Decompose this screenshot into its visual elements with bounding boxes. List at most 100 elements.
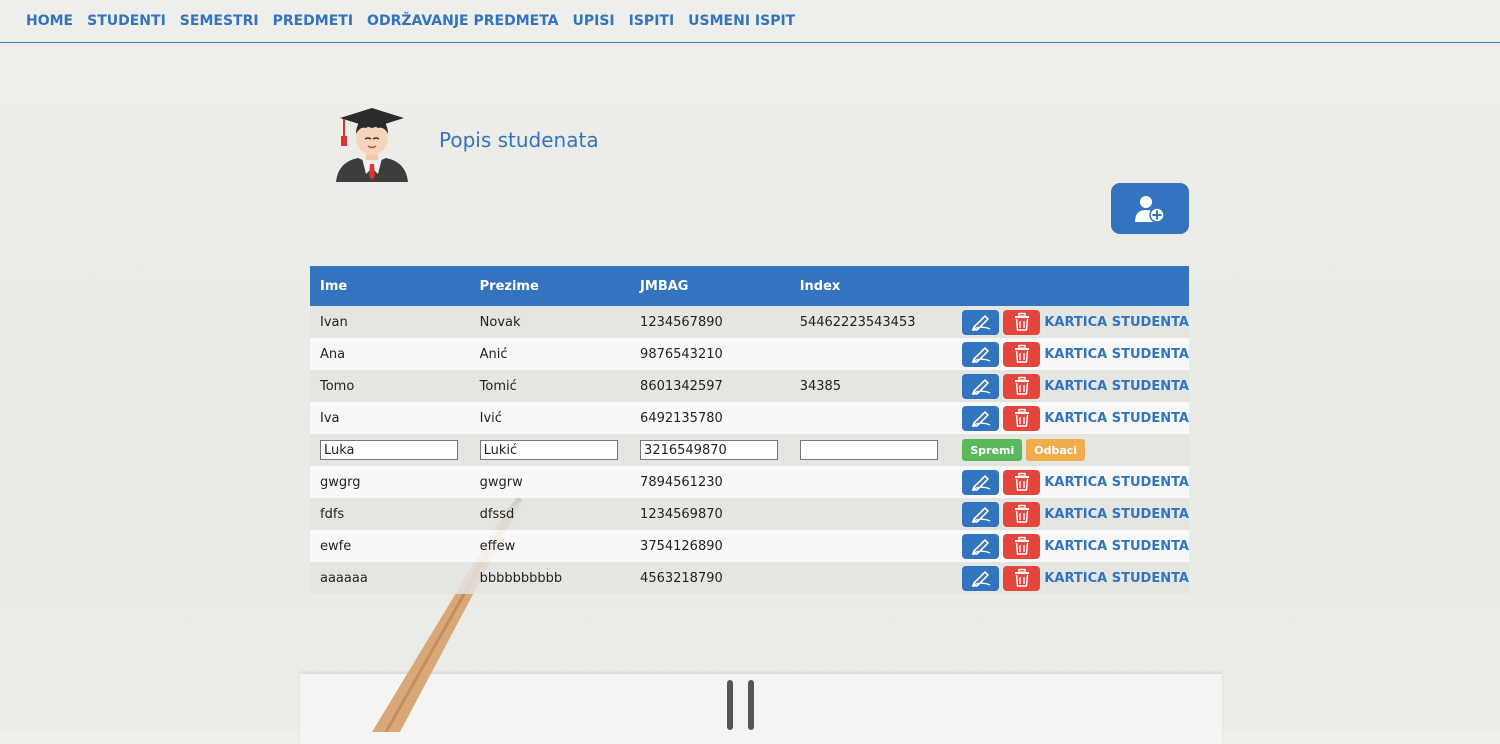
kartica-studenta-link[interactable]: KARTICA STUDENTA <box>1044 379 1189 394</box>
cell-actions: KARTICA STUDENTA <box>949 402 1189 434</box>
pencil-icon <box>971 570 991 587</box>
cell-actions: KARTICA STUDENTA <box>949 466 1189 498</box>
trash-icon <box>1014 312 1029 331</box>
notebook-ring <box>727 680 733 730</box>
table-row: aaaaaa bbbbbbbbbb 4563218790 KARTICA STU… <box>310 562 1189 594</box>
row-actions: KARTICA STUDENTA <box>959 373 1189 399</box>
nav-studenti[interactable]: STUDENTI <box>87 13 166 29</box>
page-title: Popis studenata <box>439 128 599 152</box>
main-nav: HOME STUDENTI SEMESTRI PREDMETI ODRŽAVAN… <box>0 0 1500 43</box>
kartica-studenta-link[interactable]: KARTICA STUDENTA <box>1044 315 1189 330</box>
pencil-icon <box>971 410 991 427</box>
delete-button[interactable] <box>1003 341 1041 367</box>
nav-home[interactable]: HOME <box>26 13 73 29</box>
trash-icon <box>1014 504 1029 523</box>
cell-actions: KARTICA STUDENTA <box>949 338 1189 370</box>
row-actions: KARTICA STUDENTA <box>959 309 1189 335</box>
edit-button[interactable] <box>962 373 1000 399</box>
edit-button[interactable] <box>962 565 1000 591</box>
cell-index <box>789 338 950 370</box>
cell-jmbag: 7894561230 <box>630 466 790 498</box>
edit-button[interactable] <box>962 533 1000 559</box>
table-row: Ivan Novak 1234567890 54462223543453 KAR… <box>310 306 1189 338</box>
delete-button[interactable] <box>1003 373 1041 399</box>
nav-predmeti[interactable]: PREDMETI <box>273 13 353 29</box>
cell-ime: aaaaaa <box>310 562 470 594</box>
cell-index: 34385 <box>789 370 950 402</box>
cell-jmbag <box>630 434 790 466</box>
cell-prezime: Ivić <box>469 402 631 434</box>
delete-button[interactable] <box>1003 469 1041 495</box>
edit-button[interactable] <box>962 469 1000 495</box>
cell-actions: Spremi Odbaci <box>949 434 1189 466</box>
delete-button[interactable] <box>1003 533 1041 559</box>
nav-semestri[interactable]: SEMESTRI <box>180 13 259 29</box>
cell-ime: Ana <box>310 338 470 370</box>
edit-button[interactable] <box>962 341 1000 367</box>
kartica-studenta-link[interactable]: KARTICA STUDENTA <box>1044 539 1189 554</box>
nav-ispiti[interactable]: ISPITI <box>629 13 675 29</box>
edit-button[interactable] <box>962 501 1000 527</box>
cell-jmbag: 3754126890 <box>630 530 790 562</box>
index-input[interactable] <box>799 440 938 460</box>
delete-button[interactable] <box>1003 501 1041 527</box>
students-table: Ime Prezime JMBAG Index Ivan Novak 12345… <box>310 266 1189 594</box>
cell-index <box>789 402 950 434</box>
ime-input[interactable] <box>320 440 458 460</box>
cell-index <box>789 562 950 594</box>
cell-index <box>789 434 950 466</box>
kartica-studenta-link[interactable]: KARTICA STUDENTA <box>1044 475 1189 490</box>
table-row: Iva Ivić 6492135780 KARTICA STUDENTA <box>310 402 1189 434</box>
pencil-icon <box>971 474 991 491</box>
column-header-ime: Ime <box>310 266 470 306</box>
pencil-icon <box>971 314 991 331</box>
nav-odrzavanje-predmeta[interactable]: ODRŽAVANJE PREDMETA <box>367 13 558 29</box>
trash-icon <box>1014 536 1029 555</box>
kartica-studenta-link[interactable]: KARTICA STUDENTA <box>1044 571 1189 586</box>
nav-usmeni-ispit[interactable]: USMENI ISPIT <box>688 13 795 29</box>
cell-prezime <box>469 434 631 466</box>
cell-ime <box>310 434 470 466</box>
prezime-input[interactable] <box>479 440 618 460</box>
kartica-studenta-link[interactable]: KARTICA STUDENTA <box>1044 507 1189 522</box>
cell-prezime: Novak <box>469 306 631 338</box>
notebook-ring <box>748 680 754 730</box>
trash-icon <box>1014 408 1029 427</box>
cell-jmbag: 6492135780 <box>630 402 790 434</box>
student-graduate-icon <box>332 106 412 186</box>
cell-prezime: dfssd <box>469 498 631 530</box>
edit-button[interactable] <box>962 405 1000 431</box>
kartica-studenta-link[interactable]: KARTICA STUDENTA <box>1044 411 1189 426</box>
delete-button[interactable] <box>1003 309 1041 335</box>
cell-actions: KARTICA STUDENTA <box>949 562 1189 594</box>
table-row: fdfs dfssd 1234569870 KARTICA STUDENTA <box>310 498 1189 530</box>
cancel-button[interactable]: Odbaci <box>1026 439 1086 461</box>
notebook-decoration <box>300 673 1222 744</box>
cell-jmbag: 1234567890 <box>630 306 790 338</box>
column-header-index: Index <box>789 266 950 306</box>
delete-button[interactable] <box>1003 405 1041 431</box>
column-header-jmbag: JMBAG <box>630 266 790 306</box>
cell-jmbag: 8601342597 <box>630 370 790 402</box>
table-row-editing: Spremi Odbaci <box>310 434 1189 466</box>
table-row: Tomo Tomić 8601342597 34385 KARTICA STUD… <box>310 370 1189 402</box>
cell-actions: KARTICA STUDENTA <box>949 530 1189 562</box>
cell-prezime: Tomić <box>469 370 631 402</box>
delete-button[interactable] <box>1003 565 1041 591</box>
cell-prezime: bbbbbbbbbb <box>469 562 631 594</box>
row-actions: KARTICA STUDENTA <box>959 501 1189 527</box>
row-actions: KARTICA STUDENTA <box>959 405 1189 431</box>
nav-upisi[interactable]: UPISI <box>573 13 615 29</box>
save-button[interactable]: Spremi <box>962 439 1023 461</box>
trash-icon <box>1014 344 1029 363</box>
kartica-studenta-link[interactable]: KARTICA STUDENTA <box>1044 347 1189 362</box>
row-actions: Spremi Odbaci <box>959 439 1189 461</box>
cell-prezime: gwgrw <box>469 466 631 498</box>
cell-ime: gwgrg <box>310 466 470 498</box>
edit-button[interactable] <box>962 309 1000 335</box>
cell-ime: fdfs <box>310 498 470 530</box>
add-student-button[interactable] <box>1111 183 1189 234</box>
row-actions: KARTICA STUDENTA <box>959 565 1189 591</box>
jmbag-input[interactable] <box>640 440 779 460</box>
cell-ime: Tomo <box>310 370 470 402</box>
